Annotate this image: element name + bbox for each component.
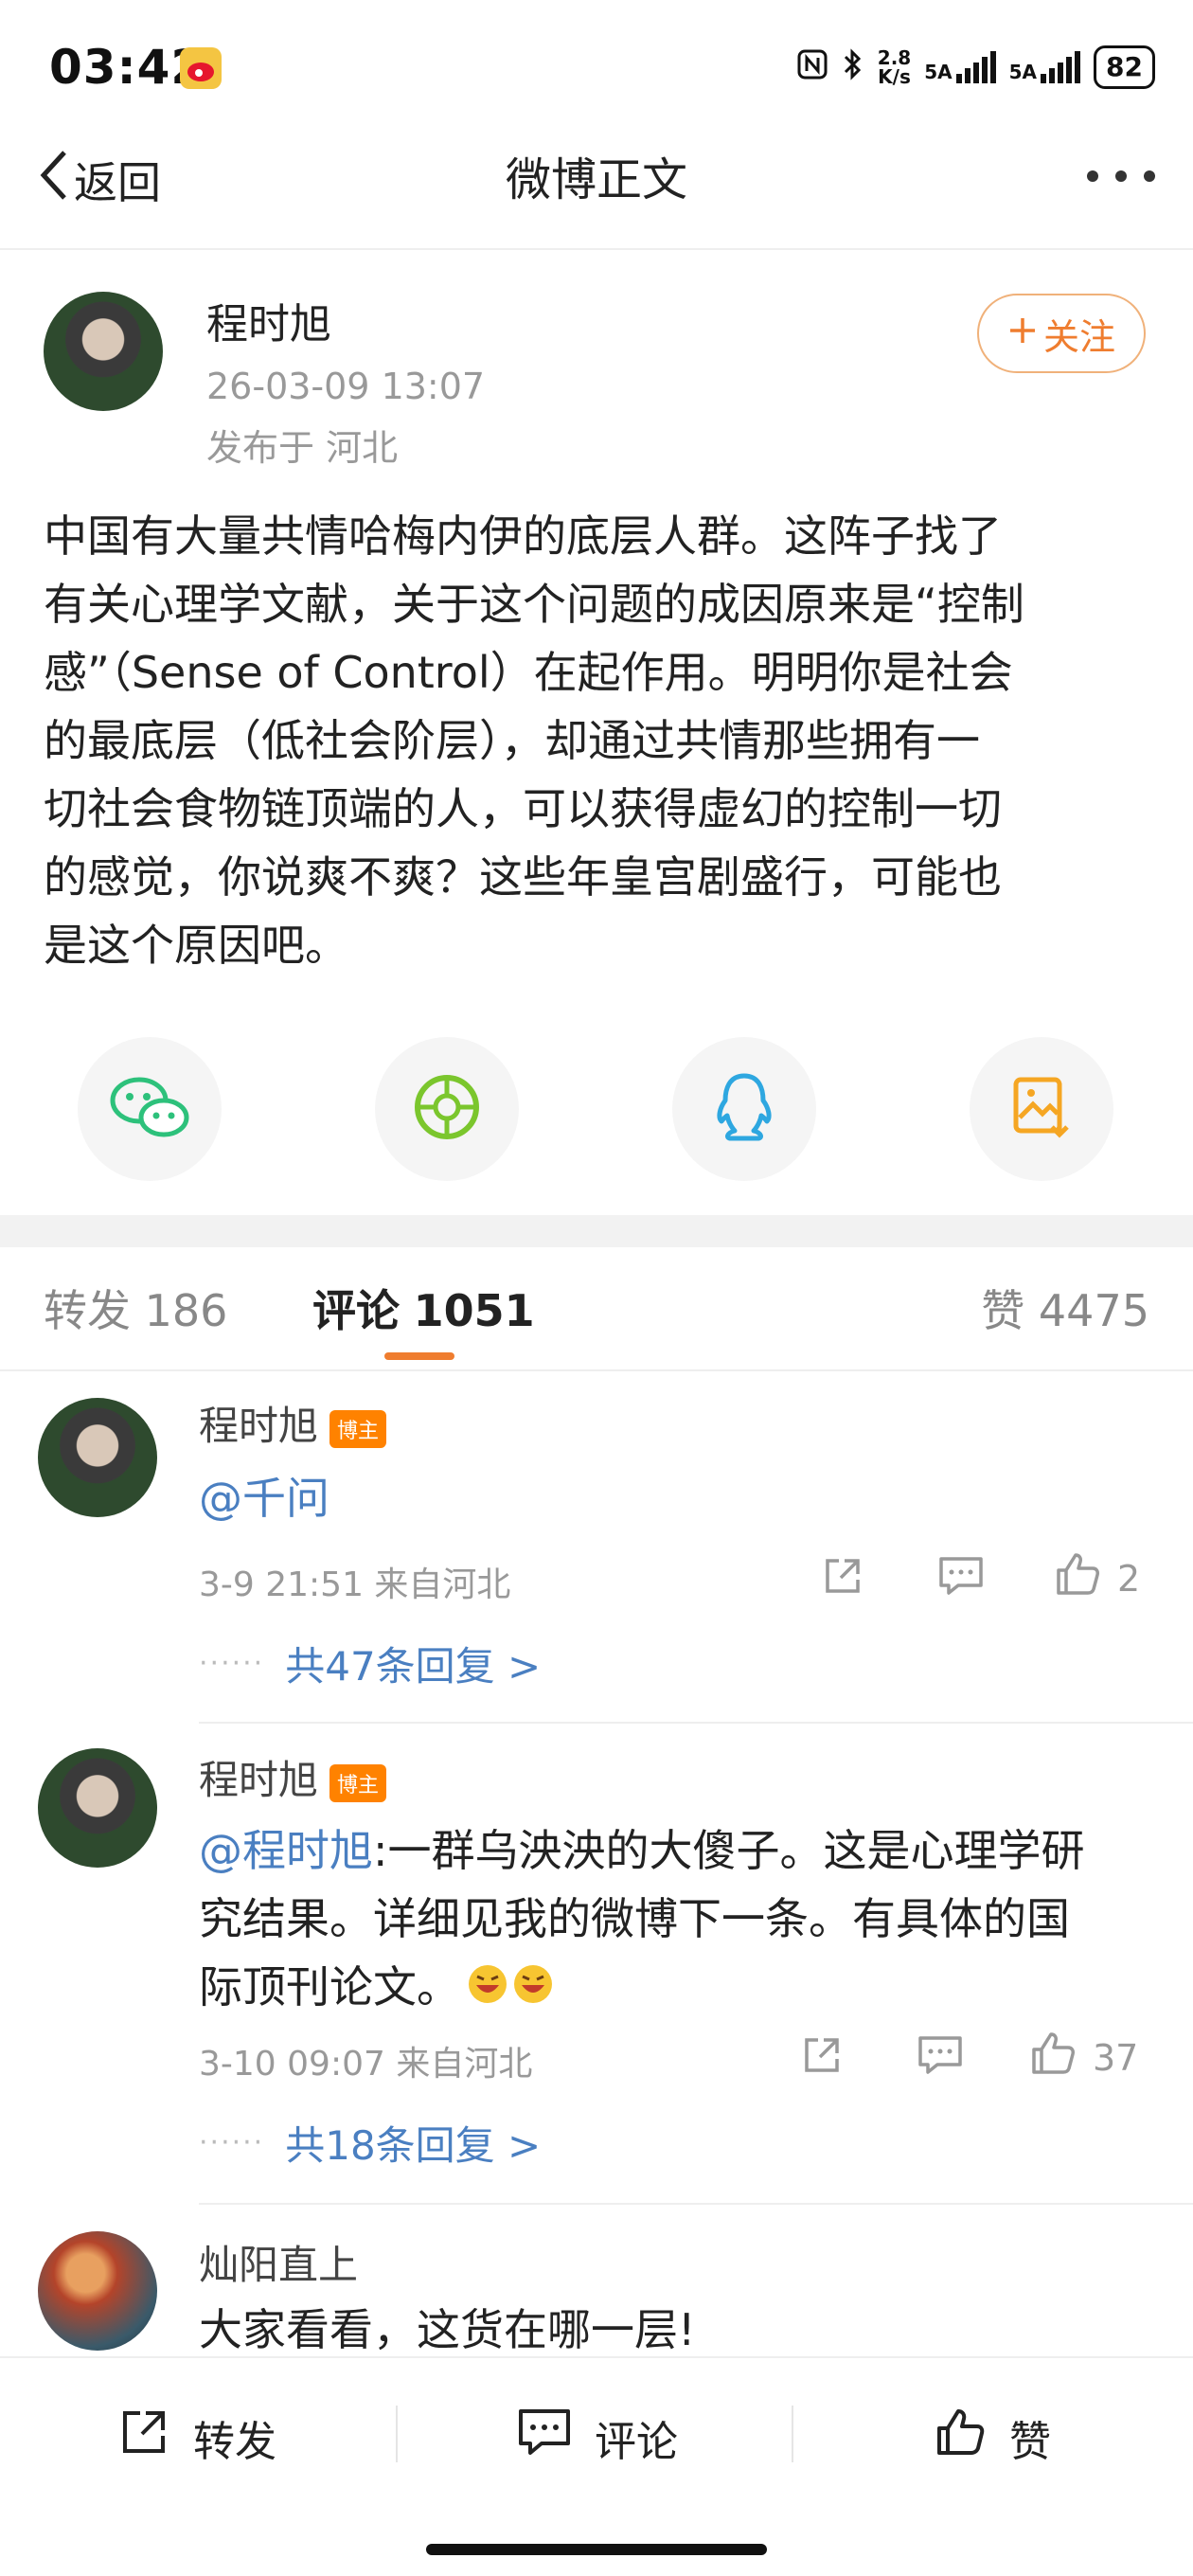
mention-link[interactable]: @程时旭 — [199, 1825, 373, 1876]
post-line: 的感觉，你说爽不爽？这些年皇宫剧盛行，可能也 — [44, 851, 1002, 903]
post-line: 有关心理学文献，关于这个问题的成因原来是“控制 — [44, 579, 1024, 630]
comment-divider — [199, 2203, 1193, 2205]
dot — [1087, 170, 1098, 182]
share-icon — [820, 1553, 865, 1607]
comment-meta: 3-9 21:51 来自河北 — [199, 1565, 511, 1604]
follow-label: 关注 — [1042, 315, 1115, 358]
share-icon — [799, 2032, 845, 2086]
tab-likes[interactable]: 赞 4475 — [981, 1277, 1149, 1339]
signal-bars-icon — [955, 51, 996, 83]
repost-label: 转发 — [193, 2417, 276, 2466]
network-speed: 2.8 K/s — [877, 46, 912, 88]
reply-dots: ······ — [199, 1647, 265, 1680]
reply-dots: ······ — [199, 2126, 265, 2159]
share-qq-button[interactable] — [672, 1037, 816, 1181]
thumbs-up-icon — [934, 2406, 987, 2469]
comment-like-button[interactable]: 2 — [1053, 1549, 1140, 1607]
dot — [1144, 170, 1155, 182]
comment-reply-button[interactable] — [937, 1553, 985, 1607]
bottom-separator — [792, 2406, 793, 2462]
comment-icon — [517, 2406, 572, 2469]
comment-share-button[interactable] — [820, 1553, 865, 1607]
mention-link[interactable]: @千问 — [199, 1473, 329, 1524]
post-time: 26-03-09 13:07 — [206, 366, 486, 407]
thumbs-up-icon — [1028, 2029, 1077, 2086]
section-divider — [0, 1215, 1193, 1247]
nfc-icon — [796, 48, 828, 86]
like-button[interactable]: 赞 — [934, 2406, 1051, 2469]
post-line: 感”（Sense of Control）在起作用。明明你是社会 — [44, 647, 1013, 698]
repost-button[interactable]: 转发 — [117, 2406, 276, 2469]
author-badge: 博主 — [329, 1409, 387, 1448]
commenter-avatar[interactable] — [38, 1398, 157, 1517]
sim1-signal: 5A — [924, 51, 996, 83]
tab-comments-label: 评论 — [312, 1285, 400, 1336]
status-indicators: 2.8 K/s 5A 5A 82 — [796, 45, 1155, 89]
like-count: 2 — [1117, 1557, 1141, 1600]
tabs-divider — [0, 1369, 1193, 1371]
comment-icon — [937, 1553, 985, 1607]
dot — [1115, 170, 1127, 182]
page-title: 微博正文 — [505, 153, 687, 206]
sim2-signal: 5A — [1009, 51, 1081, 83]
signal-bars-icon — [1041, 51, 1081, 83]
post-line: 切社会食物链顶端的人，可以获得虚幻的控制一切 — [44, 783, 1002, 834]
post-line: 是这个原因吧。 — [44, 920, 348, 971]
thumbs-up-icon — [1053, 1549, 1102, 1607]
post-location: 发布于 河北 — [206, 427, 399, 469]
view-replies-link[interactable]: ······ 共18条回复 > — [199, 2114, 541, 2172]
comment-text: 大家看看，这货在哪一层! — [199, 2304, 696, 2355]
battery-indicator: 82 — [1094, 45, 1155, 89]
comment-meta: 3-10 09:07 来自河北 — [199, 2045, 533, 2084]
comment-button[interactable]: 评论 — [517, 2406, 678, 2469]
view-replies-link[interactable]: ······ 共47条回复 > — [199, 1635, 541, 1692]
comment-icon — [917, 2032, 964, 2086]
moments-icon — [412, 1072, 482, 1146]
repost-icon — [117, 2406, 170, 2469]
share-moments-button[interactable] — [375, 1037, 519, 1181]
nav-divider — [0, 248, 1193, 250]
comment-reply-button[interactable] — [917, 2032, 964, 2086]
comment-label: 评论 — [595, 2417, 678, 2466]
bluetooth-icon — [842, 47, 864, 87]
author-avatar[interactable] — [44, 292, 163, 411]
comment-author[interactable]: 灿阳直上 — [199, 2233, 358, 2291]
comment-divider — [199, 1722, 1193, 1724]
like-label: 赞 — [1009, 2417, 1051, 2466]
active-tab-indicator — [384, 1352, 454, 1360]
bottom-separator — [396, 2406, 398, 2462]
comment-author[interactable]: 程时旭 博主 — [199, 1394, 387, 1452]
comment-author[interactable]: 程时旭 博主 — [199, 1748, 387, 1806]
share-wechat-button[interactable] — [78, 1037, 222, 1181]
plus-icon — [1007, 313, 1038, 354]
save-image-button[interactable] — [970, 1037, 1113, 1181]
tab-comments[interactable]: 评论 1051 — [312, 1277, 535, 1339]
follow-button[interactable]: 关注 — [977, 294, 1146, 373]
post-line: 中国有大量共情哈梅内伊的底层人群。这阵子找了 — [44, 510, 1002, 562]
wechat-icon — [109, 1074, 190, 1144]
comment-share-button[interactable] — [799, 2032, 845, 2086]
author-name[interactable]: 程时旭 — [206, 290, 331, 350]
tab-comments-count: 1051 — [413, 1285, 535, 1336]
author-badge: 博主 — [329, 1763, 387, 1802]
more-menu-button[interactable] — [1087, 170, 1155, 182]
laughing-emoji-icon — [466, 1957, 557, 2025]
save-image-icon — [1010, 1074, 1073, 1144]
post-body: 中国有大量共情哈梅内伊的底层人群。这阵子找了 有关心理学文献，关于这个问题的成因… — [44, 502, 1151, 979]
comment-text: @程时旭:一群乌泱泱的大傻子。这是心理学研 究结果。详细见我的微博下一条。有具体… — [199, 1816, 1155, 2025]
commenter-avatar[interactable] — [38, 1748, 157, 1868]
commenter-avatar[interactable] — [38, 2231, 157, 2351]
tab-repost[interactable]: 转发 186 — [44, 1277, 227, 1339]
weibo-notification-icon — [180, 47, 222, 89]
post-line: 的最底层（低社会阶层），却通过共情那些拥有一 — [44, 715, 980, 766]
like-count: 37 — [1093, 2036, 1139, 2079]
home-indicator[interactable] — [426, 2544, 767, 2555]
comment-text: @千问 — [199, 1464, 329, 1532]
qq-icon — [712, 1070, 776, 1148]
comment-like-button[interactable]: 37 — [1028, 2029, 1138, 2086]
